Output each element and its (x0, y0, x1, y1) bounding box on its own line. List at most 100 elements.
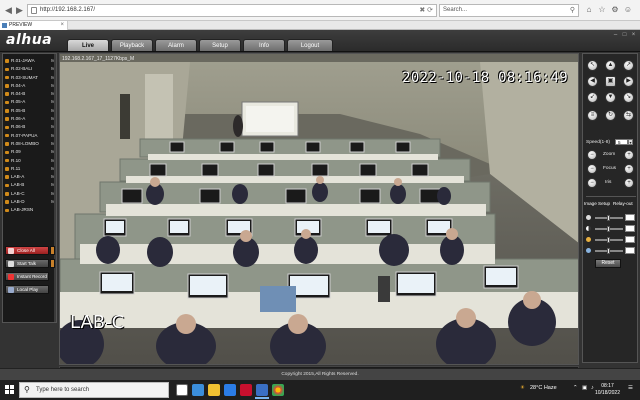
channel-item[interactable]: R.05-AM (4, 98, 56, 106)
hue-knob[interactable] (607, 248, 610, 254)
forward-icon[interactable]: ▶ (14, 4, 25, 16)
network-icon[interactable]: ▣ (582, 385, 587, 391)
channel-item[interactable]: R.04-BM (4, 90, 56, 98)
channel-item[interactable]: LAB-CM (4, 190, 56, 198)
close-icon[interactable]: × (630, 32, 637, 39)
maximize-icon[interactable]: □ (621, 32, 628, 39)
focus-near-icon[interactable]: − (587, 164, 597, 174)
tab-playback[interactable]: Playback (111, 39, 153, 51)
tab-image-setup[interactable]: Image Setup (584, 201, 610, 206)
internet-explorer-icon[interactable] (256, 384, 268, 396)
refresh-icon[interactable]: ✖ ⟳ (419, 6, 433, 14)
ptz-down-icon[interactable]: ▼ (605, 92, 616, 103)
tab-alarm[interactable]: Alarm (155, 39, 197, 51)
browser-address-bar: ◀ ▶ http://192.168.2.167/ ✖ ⟳ Search... … (0, 0, 640, 21)
start-talk-dropdown[interactable] (50, 259, 55, 268)
ptz-up-icon[interactable]: ▲ (605, 60, 616, 71)
zoom-in-icon[interactable]: + (624, 150, 634, 160)
ptz-up-right-icon[interactable]: ↗ (623, 60, 634, 71)
ptz-down-left-icon[interactable]: ↙ (587, 92, 598, 103)
tab-logout[interactable]: Logout (287, 39, 333, 51)
volume-icon[interactable]: ♪ (591, 385, 594, 391)
live-video-view[interactable]: 192.168.2.167_17_1127Kbps_M 2022-10-18 0… (59, 53, 579, 365)
url-field[interactable]: http://192.168.2.167/ ✖ ⟳ (27, 4, 437, 17)
smiley-icon[interactable]: ☺ (623, 5, 633, 15)
tab-close-icon[interactable]: × (60, 21, 64, 30)
home-icon[interactable]: ⌂ (584, 5, 594, 15)
back-icon[interactable]: ◀ (3, 4, 14, 16)
app-red-icon[interactable] (240, 384, 252, 396)
contrast-slider[interactable] (586, 225, 636, 233)
saturation-value-box[interactable] (625, 236, 635, 243)
browser-tab-preview[interactable]: PREVIEW × (0, 21, 68, 30)
channel-scrollbar[interactable] (54, 54, 56, 322)
brightness-value-box[interactable] (625, 214, 635, 221)
taskbar-search-field[interactable]: ⚲ Type here to search (19, 382, 169, 398)
ptz-center-icon[interactable]: ▣ (605, 76, 616, 87)
contrast-knob[interactable] (607, 226, 610, 232)
tray-chevron-icon[interactable]: ⌃ (573, 385, 578, 391)
start-talk-button[interactable]: Start Talk (5, 259, 49, 268)
channel-item[interactable]: LAB-AM (4, 173, 56, 181)
minimize-icon[interactable]: – (612, 32, 619, 39)
close-all-button[interactable]: Close All (5, 246, 49, 255)
chrome-icon[interactable] (272, 384, 284, 396)
contrast-value-box[interactable] (625, 225, 635, 232)
tab-live[interactable]: Live (67, 39, 109, 51)
speed-dropdown-icon[interactable]: ▾ (628, 139, 633, 145)
channel-item[interactable]: R.06-BM (4, 123, 56, 131)
channel-item[interactable]: R.05-BM (4, 107, 56, 115)
ptz-up-left-icon[interactable]: ↖ (587, 60, 598, 71)
ptz-right-icon[interactable]: ▶ (623, 76, 634, 87)
search-icon[interactable]: ⚲ (570, 6, 575, 14)
channel-item[interactable]: R.11M (4, 165, 56, 173)
channel-item[interactable]: LAB-DM (4, 198, 56, 206)
local-play-button[interactable]: Local Play (5, 285, 49, 294)
channel-item[interactable]: R.02-BALIM (4, 65, 56, 73)
close-all-dropdown[interactable] (50, 246, 55, 255)
tab-setup[interactable]: Setup (199, 39, 241, 51)
tab-relay-out[interactable]: Relay-out (613, 201, 633, 206)
notifications-icon[interactable]: ☰ (628, 385, 633, 391)
iris-close-icon[interactable]: − (587, 178, 597, 188)
channel-item[interactable]: R.04-AM (4, 82, 56, 90)
channel-item[interactable]: R.01-JAWAM (4, 57, 56, 65)
brightness-knob[interactable] (607, 215, 610, 221)
edge-icon[interactable] (192, 384, 204, 396)
ptz-preset-icon[interactable]: ≡ (587, 110, 598, 121)
settings-gear-icon[interactable]: ⚙ (610, 5, 620, 15)
brightness-slider[interactable] (586, 214, 636, 222)
saturation-knob[interactable] (607, 237, 610, 243)
iris-open-icon[interactable]: + (624, 178, 634, 188)
channel-item[interactable]: LAB-JRSN (4, 206, 56, 214)
weather-text[interactable]: 28°C Haze (530, 385, 557, 391)
ptz-scan-icon[interactable]: ⇆ (623, 110, 634, 121)
hue-value-box[interactable] (625, 247, 635, 254)
favorites-icon[interactable]: ☆ (597, 5, 607, 15)
tab-info[interactable]: Info (243, 39, 285, 51)
channel-label: LAB-D (11, 199, 25, 205)
focus-far-icon[interactable]: + (624, 164, 634, 174)
channel-item[interactable]: R.07-PAPUAM (4, 132, 56, 140)
task-view-icon[interactable] (176, 384, 188, 396)
ptz-tour-icon[interactable]: ↻ (605, 110, 616, 121)
file-explorer-icon[interactable] (208, 384, 220, 396)
browser-search-field[interactable]: Search... ⚲ (439, 4, 579, 17)
channel-item[interactable]: R.08-LOMBOM (4, 140, 56, 148)
reset-button[interactable]: Reset (595, 259, 621, 268)
speed-select[interactable]: 5 (615, 139, 628, 145)
zoom-out-icon[interactable]: − (587, 150, 597, 160)
ptz-left-icon[interactable]: ◀ (587, 76, 598, 87)
channel-item[interactable]: R.10M (4, 157, 56, 165)
windows-start-icon[interactable] (5, 385, 15, 395)
store-icon[interactable] (224, 384, 236, 396)
instant-record-button[interactable]: Instant Record (5, 272, 49, 281)
hue-slider[interactable] (586, 247, 636, 255)
channel-item[interactable]: R.06-AM (4, 115, 56, 123)
channel-item[interactable]: R.09M (4, 148, 56, 156)
channel-item[interactable]: LAB-BM (4, 181, 56, 189)
channel-item[interactable]: R.03-SUMATM (4, 74, 56, 82)
system-clock[interactable]: 08:17 10/18/2022 (595, 383, 620, 397)
saturation-slider[interactable] (586, 236, 636, 244)
ptz-down-right-icon[interactable]: ↘ (623, 92, 634, 103)
